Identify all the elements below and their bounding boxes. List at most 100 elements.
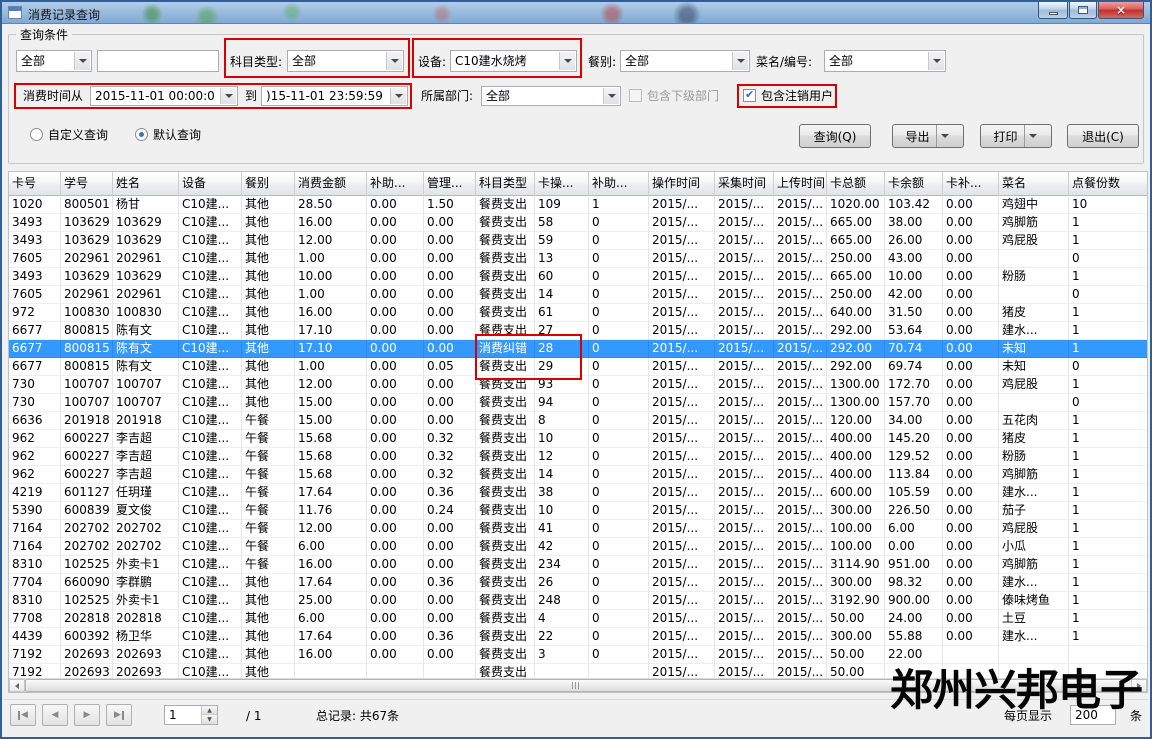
filter-text-input[interactable] (97, 50, 219, 72)
last-page-button[interactable]: ▶ (106, 704, 132, 726)
chevron-down-icon[interactable] (74, 52, 90, 70)
table-row[interactable]: 6677800815陈有文C10建...其他17.100.000.00消费纠错2… (9, 340, 1147, 358)
department-combo[interactable]: 全部 (481, 86, 621, 106)
table-cell: 0.00 (943, 610, 999, 628)
column-header[interactable]: 科目类型 (476, 172, 535, 196)
chevron-down-icon[interactable] (928, 52, 944, 70)
table-row[interactable]: 1020800501杨甘C10建...其他28.500.001.50餐费支出10… (9, 196, 1147, 214)
table-row[interactable]: 3493103629103629C10建...其他16.000.000.00餐费… (9, 214, 1147, 232)
column-header[interactable]: 补助... (367, 172, 424, 196)
chevron-down-icon[interactable] (220, 88, 236, 104)
table-cell: 41 (535, 520, 589, 538)
column-header[interactable]: 上传时间 (774, 172, 827, 196)
chevron-down-icon[interactable] (390, 88, 406, 104)
scroll-left-button[interactable] (9, 679, 25, 692)
table-cell: 0 (589, 250, 649, 268)
print-button[interactable]: 打印 (980, 124, 1052, 148)
table-cell: 2015/... (774, 484, 827, 502)
table-row[interactable]: 3493103629103629C10建...其他10.000.000.00餐费… (9, 268, 1147, 286)
close-button[interactable]: × (1098, 2, 1144, 19)
table-row[interactable]: 6677800815陈有文C10建...其他17.100.000.00餐费支出2… (9, 322, 1147, 340)
first-page-button[interactable]: ◀ (10, 704, 36, 726)
table-row[interactable]: 972100830100830C10建...其他16.000.000.00餐费支… (9, 304, 1147, 322)
dish-combo[interactable]: 全部 (824, 50, 946, 72)
table-row[interactable]: 7164202702202702C10建...午餐12.000.000.00餐费… (9, 520, 1147, 538)
spinner-up-icon[interactable]: ▲ (202, 706, 217, 715)
column-header[interactable]: 卡余额 (885, 172, 943, 196)
table-cell: 120.00 (827, 412, 885, 430)
prev-page-button[interactable]: ◀ (42, 704, 68, 726)
table-row[interactable]: 730100707100707C10建...其他12.000.000.00餐费支… (9, 376, 1147, 394)
maximize-button[interactable] (1069, 2, 1097, 19)
print-dropdown-icon[interactable] (1024, 125, 1041, 147)
next-page-button[interactable]: ▶ (74, 704, 100, 726)
subject-type-combo[interactable]: 全部 (287, 50, 404, 72)
column-header[interactable]: 采集时间 (715, 172, 774, 196)
table-cell: 0.00 (367, 412, 424, 430)
table-cell: 2015/... (774, 412, 827, 430)
table-cell: 其他 (242, 358, 295, 376)
table-row[interactable]: 730100707100707C10建...其他15.000.000.00餐费支… (9, 394, 1147, 412)
chevron-down-icon[interactable] (559, 52, 575, 70)
table-row[interactable]: 4439600392杨卫华C10建...其他17.640.000.36餐费支出2… (9, 628, 1147, 646)
include-sub-dept-checkbox[interactable] (629, 89, 642, 102)
window-controls: × (1038, 2, 1144, 19)
column-header[interactable]: 卡号 (9, 172, 61, 196)
table-row[interactable]: 4219601127任玥瑾C10建...午餐17.640.000.36餐费支出3… (9, 484, 1147, 502)
table-row[interactable]: 7605202961202961C10建...其他1.000.000.00餐费支… (9, 250, 1147, 268)
table-cell: 400.00 (827, 466, 885, 484)
table-row[interactable]: 5390600839夏文俊C10建...午餐11.760.000.24餐费支出1… (9, 502, 1147, 520)
time-from-combo[interactable]: 2015-11-01 00:00:0 (90, 86, 238, 106)
column-header[interactable]: 操作时间 (649, 172, 715, 196)
minimize-button[interactable] (1038, 2, 1068, 19)
titlebar[interactable]: 消费记录查询 × (2, 2, 1150, 24)
table-row[interactable]: 7164202702202702C10建...午餐6.000.000.00餐费支… (9, 538, 1147, 556)
table-row[interactable]: 6636201918201918C10建...午餐15.000.000.00餐费… (9, 412, 1147, 430)
table-cell: 餐费支出 (476, 556, 535, 574)
device-combo[interactable]: C10建水烧烤 (450, 50, 577, 72)
table-row[interactable]: 8310102525外卖卡1C10建...午餐16.000.000.00餐费支出… (9, 556, 1147, 574)
meal-combo[interactable]: 全部 (620, 50, 750, 72)
exit-button[interactable]: 退出(C) (1067, 124, 1139, 148)
table-row[interactable]: 7708202818202818C10建...其他6.000.000.00餐费支… (9, 610, 1147, 628)
column-header[interactable]: 点餐份数 (1069, 172, 1148, 196)
column-header[interactable]: 菜名 (999, 172, 1069, 196)
column-header[interactable]: 餐别 (242, 172, 295, 196)
table-row[interactable]: 7605202961202961C10建...其他1.000.000.00餐费支… (9, 286, 1147, 304)
column-header[interactable]: 卡操... (535, 172, 589, 196)
table-cell: 26 (535, 574, 589, 592)
query-button[interactable]: 查询(Q) (799, 124, 871, 148)
include-cancelled-checkbox[interactable] (743, 89, 756, 102)
scope-combo[interactable]: 全部 (16, 50, 92, 72)
page-number-input[interactable] (165, 706, 201, 724)
table-row[interactable]: 3493103629103629C10建...其他12.000.000.00餐费… (9, 232, 1147, 250)
time-to-combo[interactable]: )15-11-01 23:59:59 (261, 86, 408, 106)
column-header[interactable]: 卡补... (943, 172, 999, 196)
column-header[interactable]: 补助... (589, 172, 649, 196)
table-cell: 10 (1069, 196, 1147, 214)
column-header[interactable]: 管理... (424, 172, 476, 196)
column-header[interactable]: 设备 (179, 172, 242, 196)
chevron-down-icon[interactable] (732, 52, 748, 70)
table-row[interactable]: 962600227李吉超C10建...午餐15.680.000.32餐费支出14… (9, 466, 1147, 484)
chevron-down-icon[interactable] (386, 52, 402, 70)
column-header[interactable]: 学号 (61, 172, 113, 196)
export-dropdown-icon[interactable] (936, 125, 953, 147)
table-row[interactable]: 7704660090李群鹏C10建...其他17.640.000.36餐费支出2… (9, 574, 1147, 592)
page-number-spinner[interactable]: ▲ ▼ (164, 705, 218, 725)
table-row[interactable]: 962600227李吉超C10建...午餐15.680.000.32餐费支出10… (9, 430, 1147, 448)
export-button[interactable]: 导出 (892, 124, 964, 148)
chevron-down-icon[interactable] (603, 88, 619, 104)
table-cell: C10建... (179, 394, 242, 412)
table-cell: 8310 (9, 592, 61, 610)
column-header[interactable]: 卡总额 (827, 172, 885, 196)
column-header[interactable]: 姓名 (113, 172, 179, 196)
table-row[interactable]: 962600227李吉超C10建...午餐15.680.000.32餐费支出12… (9, 448, 1147, 466)
default-query-radio[interactable] (135, 128, 148, 141)
column-header[interactable]: 消费金额 (295, 172, 367, 196)
table-cell: 962 (9, 448, 61, 466)
table-row[interactable]: 8310102525外卖卡1C10建...其他25.000.000.00餐费支出… (9, 592, 1147, 610)
spinner-down-icon[interactable]: ▼ (202, 715, 217, 724)
custom-query-radio[interactable] (30, 128, 43, 141)
table-row[interactable]: 6677800815陈有文C10建...其他1.000.000.05餐费支出29… (9, 358, 1147, 376)
